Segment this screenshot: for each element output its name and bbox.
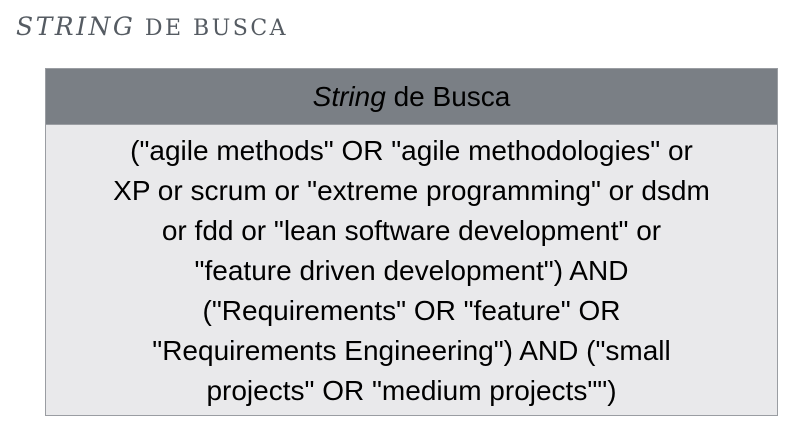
section-heading-rest: de busca	[135, 16, 289, 41]
section-heading: String de busca	[16, 10, 288, 46]
query-line: ("agile methods" OR "agile methodologies…	[130, 135, 693, 166]
query-line: projects" OR "medium projects"")	[206, 375, 617, 406]
query-line: "feature driven development") AND	[194, 255, 629, 286]
search-query-text: ("agile methods" OR "agile methodologies…	[46, 125, 777, 411]
query-line: "Requirements Engineering") AND ("small	[152, 335, 671, 366]
page: String de busca String de Busca ("agile …	[0, 0, 791, 429]
table-header: String de Busca	[46, 69, 777, 125]
query-line: or fdd or "lean software development" or	[161, 215, 662, 246]
table-header-italic: String	[312, 80, 386, 112]
query-line: XP or scrum or "extreme programming" or …	[113, 175, 710, 206]
table-header-rest: de Busca	[385, 80, 511, 112]
query-line: ("Requirements" OR "feature" OR	[202, 295, 621, 326]
section-heading-italic: String	[16, 12, 136, 41]
search-string-table: String de Busca ("agile methods" OR "agi…	[45, 68, 778, 416]
